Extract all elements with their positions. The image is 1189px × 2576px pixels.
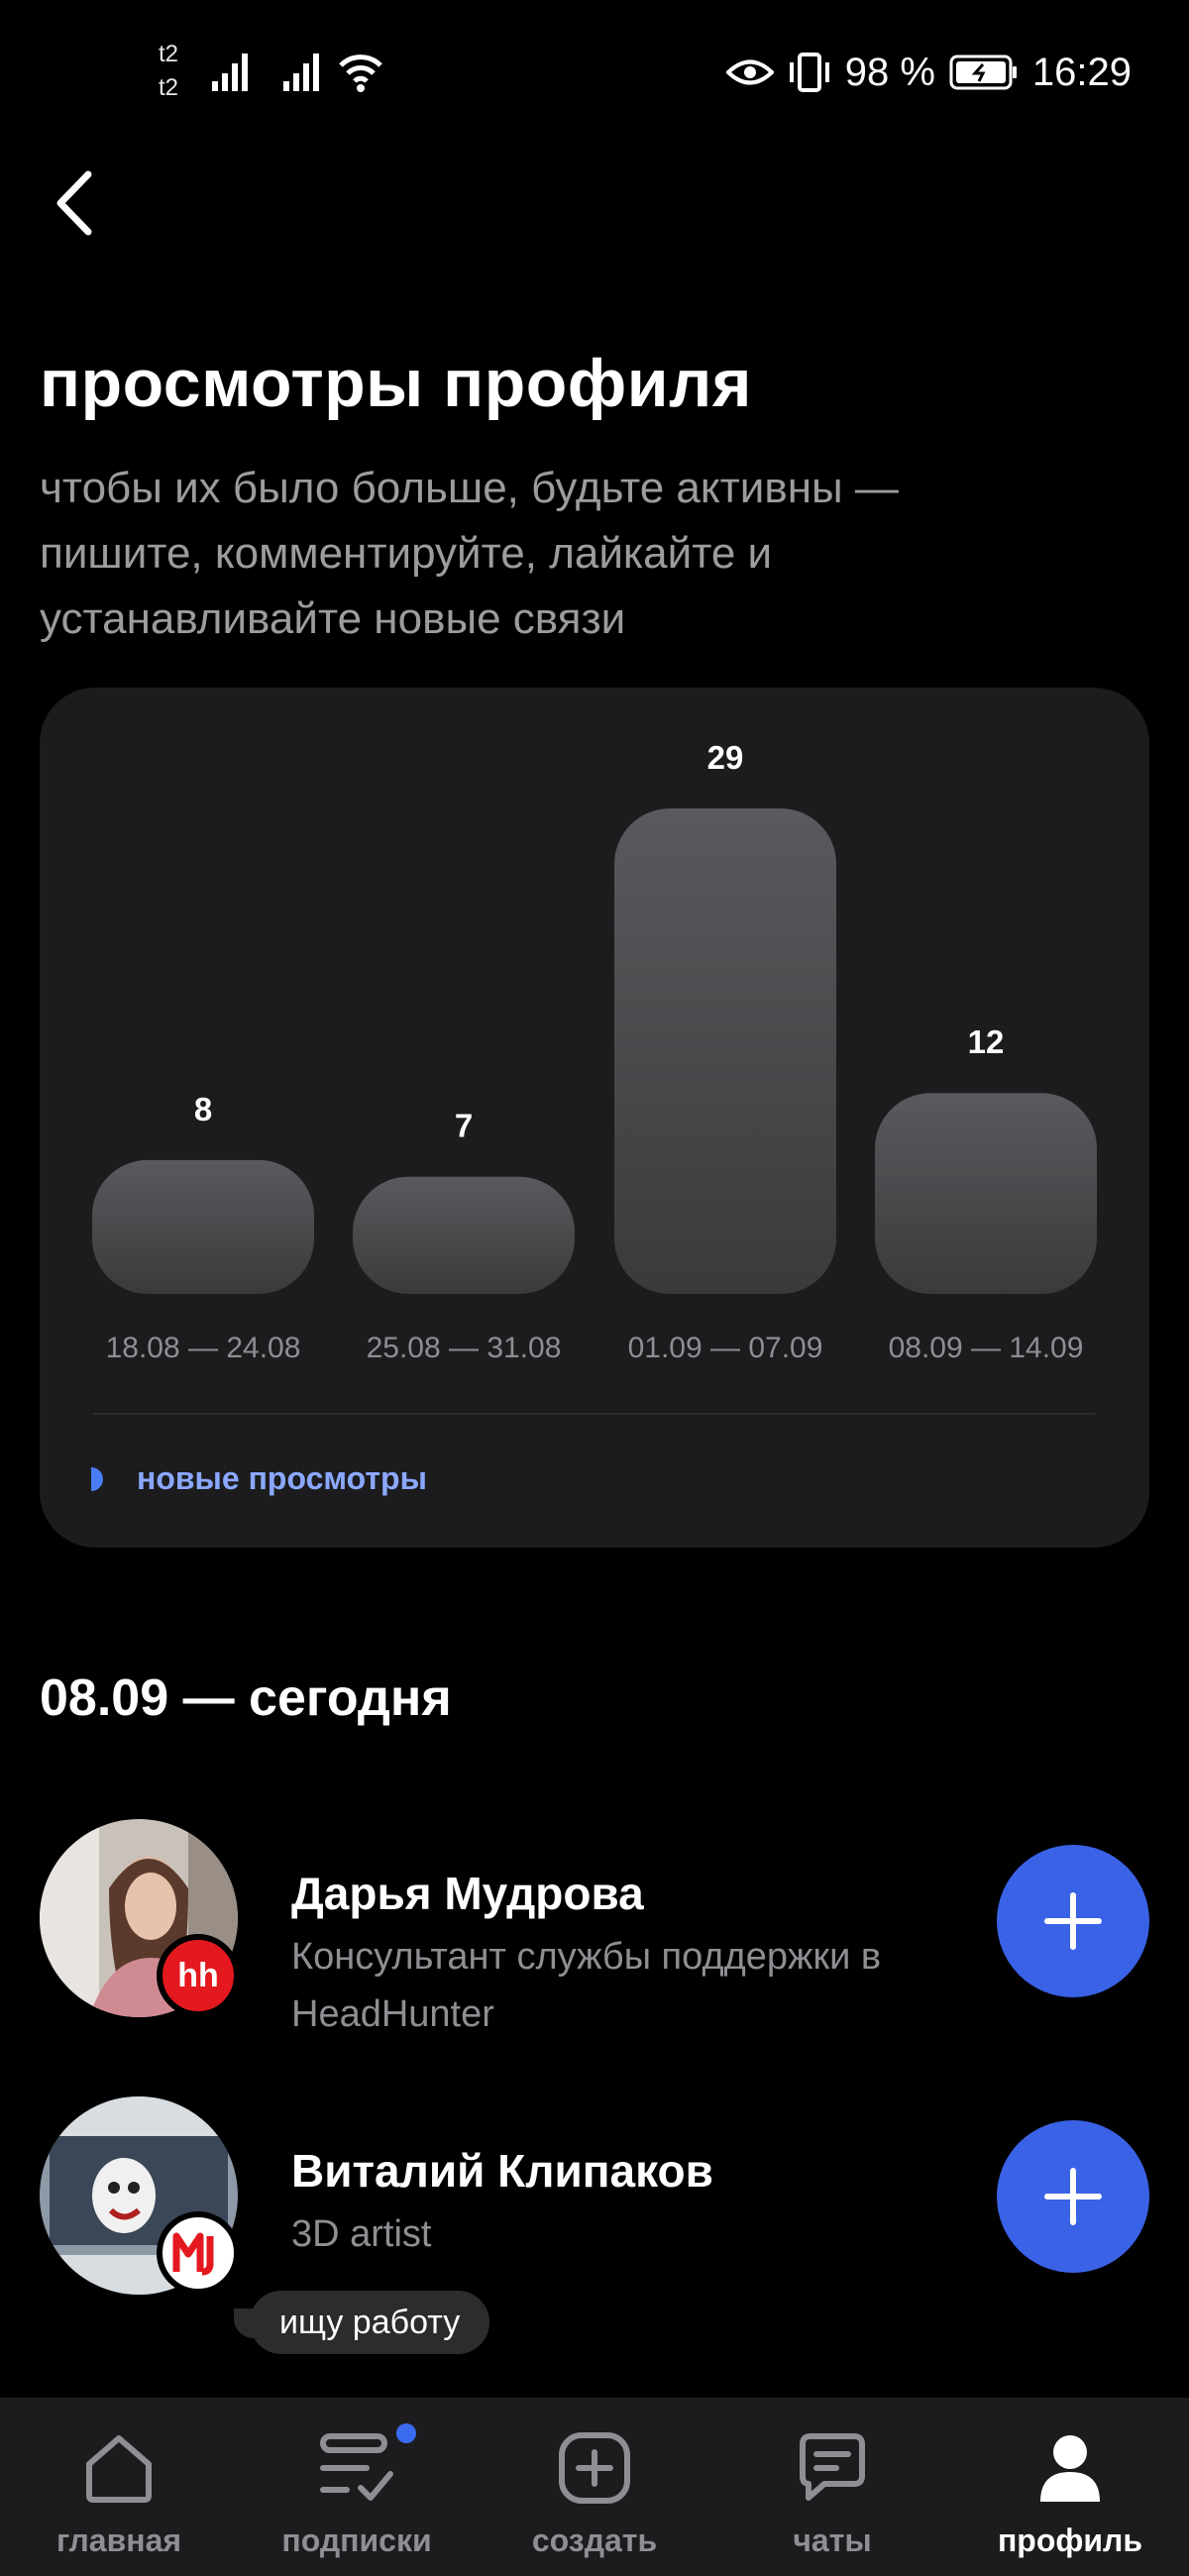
viewer-list-item[interactable]: Виталий Клипаков 3D artist <box>40 2096 1149 2305</box>
bar-value-label: 12 <box>968 1023 1005 1060</box>
carrier-labels: t2 t2 <box>159 38 188 105</box>
vibrate-icon <box>789 53 829 92</box>
bar-value-label: 8 <box>194 1091 212 1127</box>
plus-icon <box>1044 2168 1102 2225</box>
home-icon <box>74 2423 163 2513</box>
nav-chats[interactable]: чаты <box>713 2398 951 2576</box>
category-label: 25.08 — 31.08 <box>367 1332 562 1364</box>
category-label: 01.09 — 07.09 <box>628 1332 823 1364</box>
person-name[interactable]: Дарья Мудрова <box>291 1867 644 1920</box>
eye-icon <box>725 59 774 85</box>
company-badge: hh <box>157 1934 240 2017</box>
carrier-1: t2 <box>159 41 179 67</box>
person-position: Консультант службы поддержки в HeadHunte… <box>291 1936 882 2035</box>
profile-icon <box>1026 2423 1115 2513</box>
add-contact-button[interactable] <box>997 1845 1149 1997</box>
mvideo-logo-icon <box>172 2232 214 2276</box>
page-subtitle: чтобы их было больше, будьте активны — п… <box>40 464 899 643</box>
status-tag: ищу работу <box>250 2291 490 2354</box>
clock: 16:29 <box>1031 50 1132 94</box>
hh-logo-text: hh <box>177 1956 219 1994</box>
nav-create[interactable]: создать <box>476 2398 713 2576</box>
chevron-left-icon <box>56 170 92 236</box>
category-label: 08.09 — 14.09 <box>889 1332 1084 1364</box>
bottom-navigation: главная подписки создать чаты профиль <box>0 2398 1189 2576</box>
views-bar-chart: 8 18.08 — 24.08 7 25.08 — 31.08 29 01.09 — 07… <box>92 739 1097 1364</box>
nav-label: создать <box>531 2522 658 2558</box>
legend-label: новые просмотры <box>137 1460 427 1496</box>
chart-bar <box>875 1093 1097 1294</box>
nav-label: главная <box>55 2522 182 2558</box>
battery-icon <box>949 54 1017 90</box>
chart-legend: новые просмотры <box>91 1460 427 1497</box>
wifi-icon <box>339 54 382 92</box>
company-badge <box>157 2211 240 2295</box>
carrier-2: t2 <box>159 74 179 101</box>
person-position: 3D artist <box>291 2213 432 2255</box>
page-title: просмотры профиля <box>40 346 752 421</box>
nav-label: профиль <box>997 2522 1143 2558</box>
nav-subscriptions[interactable]: подписки <box>238 2398 476 2576</box>
chart-bar <box>614 808 836 1294</box>
plus-icon <box>1044 1892 1102 1950</box>
notification-dot <box>396 2423 416 2443</box>
category-label: 18.08 — 24.08 <box>106 1332 301 1364</box>
subscriptions-icon <box>312 2423 401 2513</box>
bar-value-label: 29 <box>707 739 744 776</box>
add-contact-button[interactable] <box>997 2120 1149 2273</box>
battery-percent: 98 % <box>844 50 935 94</box>
back-button[interactable] <box>40 168 109 238</box>
views-chart-card: 8 18.08 — 24.08 7 25.08 — 31.08 29 01.09 — 07… <box>40 688 1149 1548</box>
plus-square-icon <box>550 2423 639 2513</box>
nav-profile[interactable]: профиль <box>951 2398 1189 2576</box>
signal-icon <box>283 54 319 91</box>
legend-marker <box>91 1466 103 1491</box>
section-date-range: 08.09 — сегодня <box>40 1669 452 1727</box>
nav-label: подписки <box>281 2522 432 2558</box>
chart-bar <box>92 1159 314 1294</box>
chart-bar <box>353 1176 575 1294</box>
signal-icon <box>212 54 248 91</box>
person-name[interactable]: Виталий Клипаков <box>291 2144 713 2198</box>
chart-divider <box>93 1413 1096 1415</box>
bar-value-label: 7 <box>455 1108 473 1144</box>
nav-home[interactable]: главная <box>0 2398 238 2576</box>
status-bar: t2 t2 98 % 16:29 <box>0 0 1189 149</box>
chat-icon <box>788 2423 877 2513</box>
viewer-list-item[interactable]: hh Дарья Мудрова Консультант службы подд… <box>40 1819 1149 2047</box>
nav-label: чаты <box>793 2522 872 2558</box>
